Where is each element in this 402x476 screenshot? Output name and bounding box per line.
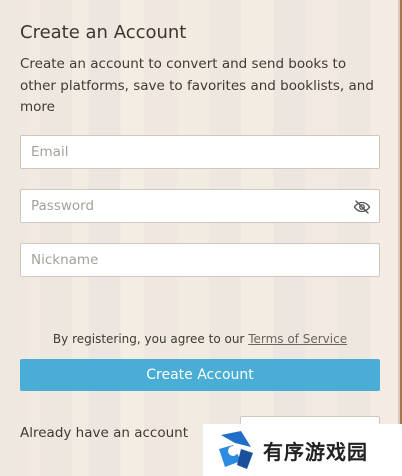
terms-of-service-link[interactable]: Terms of Service [248,332,347,346]
create-account-modal: Create an Account Create an account to c… [0,0,400,476]
create-account-button[interactable]: Create Account [20,359,380,391]
modal-title: Create an Account [20,22,187,43]
watermark: 有序游戏园 [203,424,402,476]
password-field-wrapper [20,189,380,223]
login-prompt: Already have an account [20,425,188,441]
nickname-field-wrapper [20,243,380,277]
watermark-logo-icon [219,431,253,469]
email-field[interactable] [21,136,379,168]
terms-notice: By registering, you agree to our Terms o… [0,332,400,346]
eye-slash-icon[interactable] [353,198,371,216]
nickname-field[interactable] [21,244,379,276]
modal-description: Create an account to convert and send bo… [20,56,374,115]
email-field-wrapper [20,135,380,169]
terms-prefix: By registering, you agree to our [52,332,249,346]
password-field[interactable] [21,190,379,222]
watermark-text: 有序游戏园 [263,439,368,464]
